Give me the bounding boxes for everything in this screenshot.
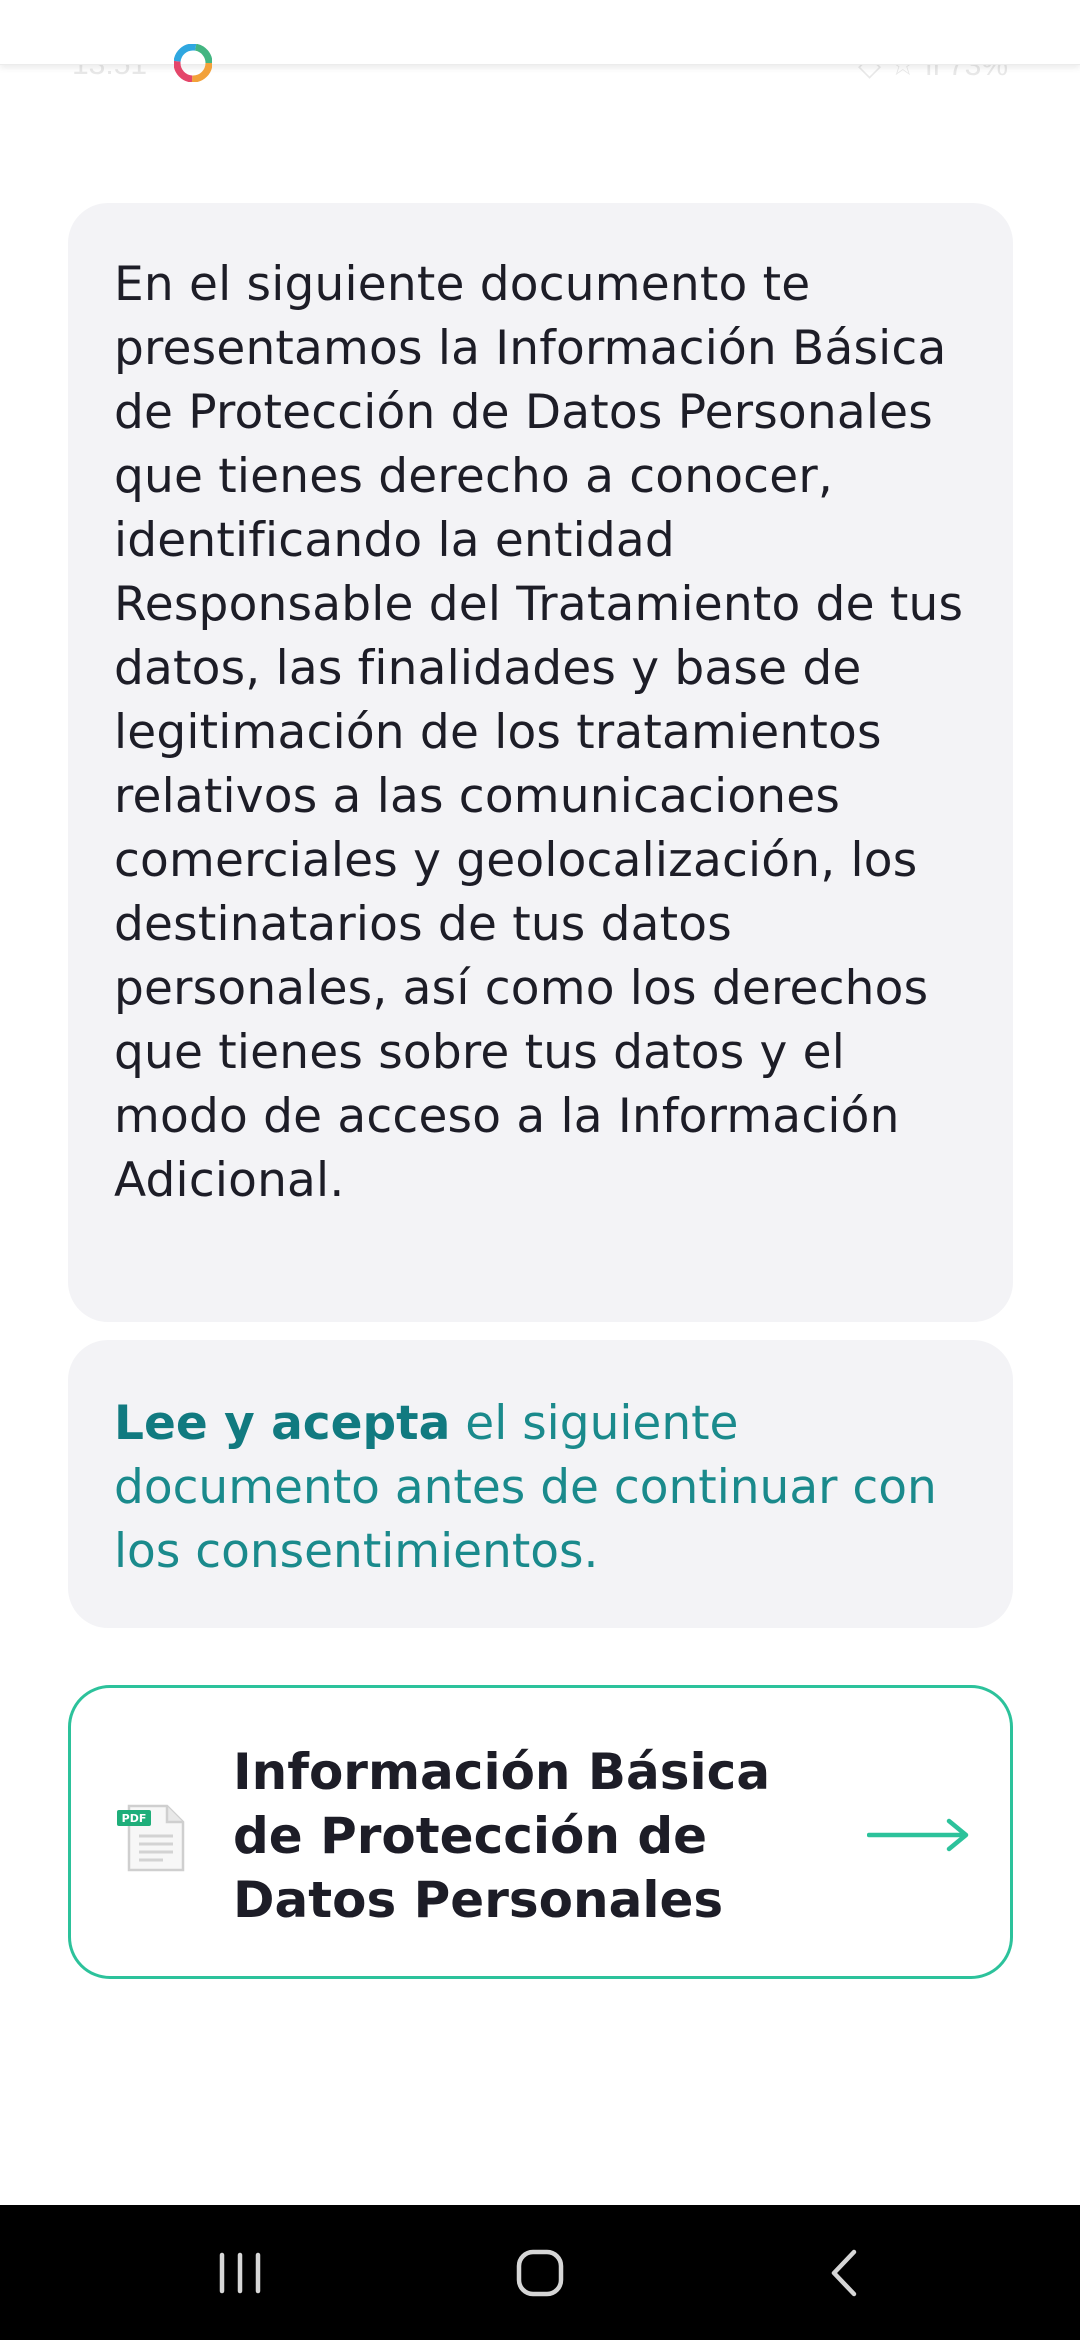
intro-card: En el siguiente documento te presentamos… (68, 203, 1013, 1322)
document-link-title: Información Básica de Protección de Dato… (233, 1743, 771, 1929)
app-notification-icon (174, 44, 212, 82)
pdf-document-icon: PDF (117, 1804, 185, 1872)
back-icon (831, 2249, 857, 2296)
intro-text: En el siguiente documento te presentamos… (114, 257, 964, 1208)
recents-button[interactable] (160, 2205, 320, 2340)
home-button[interactable] (460, 2205, 620, 2340)
back-button[interactable] (764, 2205, 924, 2340)
basic-info-document-link[interactable]: PDF Información Básica de Protección de … (68, 1685, 1013, 1979)
system-navigation-bar (0, 2205, 1080, 2340)
recents-icon (219, 2252, 261, 2293)
pdf-badge-label: PDF (122, 1812, 147, 1825)
top-app-bar (0, 0, 1080, 65)
notice-card: Lee y acepta el siguiente documento ante… (68, 1340, 1013, 1628)
notice-bold-text: Lee y acepta (114, 1396, 451, 1451)
notice-text: Lee y acepta el siguiente documento ante… (114, 1392, 969, 1584)
home-icon (516, 2249, 564, 2296)
arrow-right-icon (867, 1818, 969, 1852)
